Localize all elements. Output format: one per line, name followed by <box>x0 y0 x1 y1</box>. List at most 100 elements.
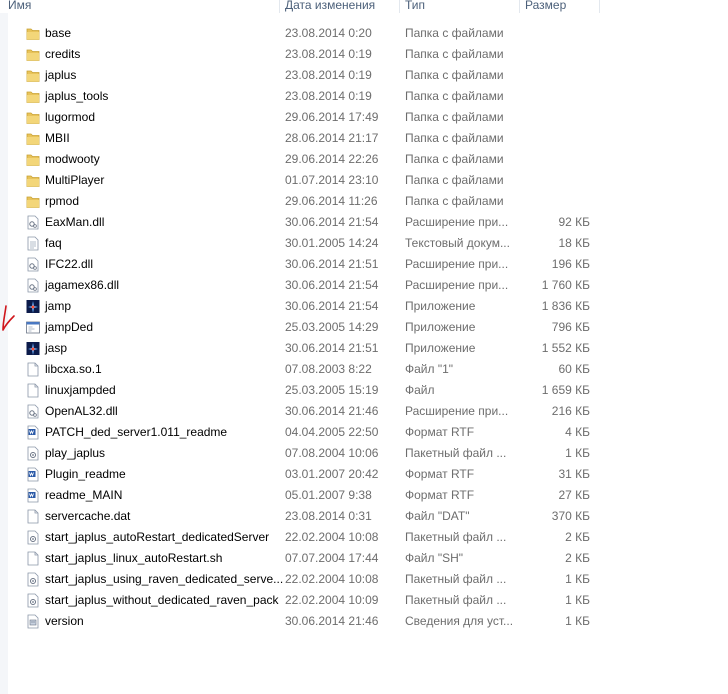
file-date: 25.03.2005 14:29 <box>285 320 379 334</box>
file-size: 2 КБ <box>565 530 590 544</box>
file-row[interactable]: Plugin_readme 03.01.2007 20:42 Формат RTF 3… <box>0 464 600 485</box>
file-type: Приложение <box>405 341 476 355</box>
file-row[interactable]: version 30.06.2014 21:46 Сведения для уст.… <box>0 611 600 632</box>
file-row[interactable]: start_japlus_linux_autoRestart.sh 07.07.2… <box>0 548 600 569</box>
file-size: 18 КБ <box>558 236 590 250</box>
file-date: 29.06.2014 11:26 <box>285 194 378 208</box>
column-header-size[interactable]: Размер <box>525 0 566 13</box>
file-name: MBII <box>45 131 70 145</box>
file-row[interactable]: play_japlus 07.08.2004 10:06 Пакетный файл… <box>0 443 600 464</box>
file-row[interactable]: lugormod 29.06.2014 17:49 Папка с файлами <box>0 107 600 128</box>
file-name: start_japlus_linux_autoRestart.sh <box>45 551 223 565</box>
folder-icon <box>26 110 40 125</box>
file-row[interactable]: credits 23.08.2014 0:19 Папка с файлами <box>0 44 600 65</box>
file-row[interactable]: IFC22.dll 30.06.2014 21:51 Расширение при.… <box>0 254 600 275</box>
file-row[interactable]: japlus_tools 23.08.2014 0:19 Папка с файла… <box>0 86 600 107</box>
file-row[interactable]: faq 30.01.2005 14:24 Текстовый докум... 18 … <box>0 233 600 254</box>
file-name: PATCH_ded_server1.011_readme <box>45 425 228 439</box>
file-size: 1 659 КБ <box>541 383 590 397</box>
file-date: 03.01.2007 20:42 <box>285 467 379 481</box>
file-row[interactable]: MBII 28.06.2014 21:17 Папка с файлами <box>0 128 600 149</box>
file-row[interactable]: readme_MAIN 05.01.2007 9:38 Формат RTF 27 К… <box>0 485 600 506</box>
file-date: 23.08.2014 0:19 <box>285 68 372 82</box>
file-date: 07.08.2003 8:22 <box>285 362 372 376</box>
file-size: 60 КБ <box>558 362 590 376</box>
file-row[interactable]: start_japlus_using_raven_dedicated_serve… <box>0 569 600 590</box>
file-type: Расширение при... <box>405 215 509 229</box>
file-type: Пакетный файл ... <box>405 593 507 607</box>
file-date: 22.02.2004 10:09 <box>285 593 379 607</box>
file-size: 4 КБ <box>565 425 590 439</box>
file-type: Файл "1" <box>405 362 454 376</box>
file-row[interactable]: linuxjampded 25.03.2005 15:19 Файл 1 659 КБ <box>0 380 600 401</box>
file-name: linuxjampded <box>45 383 116 397</box>
column-header-type[interactable]: Тип <box>405 0 425 13</box>
file-row[interactable]: OpenAL32.dll 30.06.2014 21:46 Расширение п… <box>0 401 600 422</box>
file-row[interactable]: jasp 30.06.2014 21:51 Приложение 1 552 КБ <box>0 338 600 359</box>
column-header-date[interactable]: Дата изменения <box>285 0 375 13</box>
folder-icon <box>26 152 40 167</box>
batch-icon <box>26 530 40 545</box>
file-type: Папка с файлами <box>405 131 504 145</box>
file-row[interactable]: start_japlus_without_dedicated_raven_pac… <box>0 590 600 611</box>
column-divider[interactable] <box>399 0 400 13</box>
file-row[interactable]: base 23.08.2014 0:20 Папка с файлами <box>0 23 600 44</box>
red-annotation-mark <box>2 305 15 331</box>
file-size: 2 КБ <box>565 551 590 565</box>
file-date: 30.06.2014 21:51 <box>285 341 379 355</box>
file-row[interactable]: EaxMan.dll 30.06.2014 21:54 Расширение при… <box>0 212 600 233</box>
file-row[interactable]: servercache.dat 23.08.2014 0:31 Файл "DAT"… <box>0 506 600 527</box>
file-date: 30.06.2014 21:46 <box>285 404 379 418</box>
file-date: 07.08.2004 10:06 <box>285 446 379 460</box>
file-row[interactable]: libcxa.so.1 07.08.2003 8:22 Файл "1" 60 КБ <box>0 359 600 380</box>
file-type: Папка с файлами <box>405 47 504 61</box>
column-header-bar: Имя Дата изменения Тип Размер <box>0 0 600 13</box>
file-row[interactable]: jagamex86.dll 30.06.2014 21:54 Расширение … <box>0 275 600 296</box>
file-date: 28.06.2014 21:17 <box>285 131 379 145</box>
column-header-name[interactable]: Имя <box>8 0 31 13</box>
window-exe-icon <box>26 320 40 335</box>
file-date: 22.02.2004 10:08 <box>285 572 379 586</box>
file-date: 22.02.2004 10:08 <box>285 530 379 544</box>
file-row[interactable]: modwooty 29.06.2014 22:26 Папка с файлами <box>0 149 600 170</box>
file-date: 30.01.2005 14:24 <box>285 236 379 250</box>
file-type: Пакетный файл ... <box>405 572 507 586</box>
column-divider[interactable] <box>599 0 600 13</box>
file-row[interactable]: jampDed 25.03.2005 14:29 Приложение 796 КБ <box>0 317 600 338</box>
file-row[interactable]: MultiPlayer 01.07.2014 23:10 Папка с файла… <box>0 170 600 191</box>
file-date: 23.08.2014 0:20 <box>285 26 372 40</box>
file-name: rpmod <box>45 194 80 208</box>
file-name: modwooty <box>45 152 100 166</box>
file-name: EaxMan.dll <box>45 215 105 229</box>
file-type: Пакетный файл ... <box>405 446 507 460</box>
file-size: 1 552 КБ <box>541 341 590 355</box>
file-row[interactable]: start_japlus_autoRestart_dedicatedServer… <box>0 527 600 548</box>
file-name: jagamex86.dll <box>45 278 120 292</box>
file-name: IFC22.dll <box>45 257 94 271</box>
file-size: 370 КБ <box>551 509 590 523</box>
file-name: jasp <box>45 341 68 355</box>
file-type: Папка с файлами <box>405 68 504 82</box>
file-row[interactable]: PATCH_ded_server1.011_readme 04.04.2005 2… <box>0 422 600 443</box>
file-size: 31 КБ <box>558 467 590 481</box>
file-type: Папка с файлами <box>405 194 504 208</box>
file-row[interactable]: rpmod 29.06.2014 11:26 Папка с файлами <box>0 191 600 212</box>
file-row[interactable]: japlus 23.08.2014 0:19 Папка с файлами <box>0 65 600 86</box>
column-divider[interactable] <box>279 0 280 13</box>
file-name: servercache.dat <box>45 509 131 523</box>
folder-icon <box>26 26 40 41</box>
file-name: version <box>45 614 84 628</box>
file-row[interactable]: jamp 30.06.2014 21:54 Приложение 1 836 КБ <box>0 296 600 317</box>
batch-icon <box>26 446 40 461</box>
folder-icon <box>26 68 40 83</box>
game-exe-icon <box>26 299 40 314</box>
file-name: japlus_tools <box>45 89 109 103</box>
text-file-icon <box>26 236 40 251</box>
file-date: 30.06.2014 21:51 <box>285 257 379 271</box>
file-type: Расширение при... <box>405 278 509 292</box>
blank-file-icon <box>26 551 40 566</box>
file-type: Папка с файлами <box>405 26 504 40</box>
file-type: Приложение <box>405 320 476 334</box>
file-type: Файл "DAT" <box>405 509 470 523</box>
column-divider[interactable] <box>519 0 520 13</box>
